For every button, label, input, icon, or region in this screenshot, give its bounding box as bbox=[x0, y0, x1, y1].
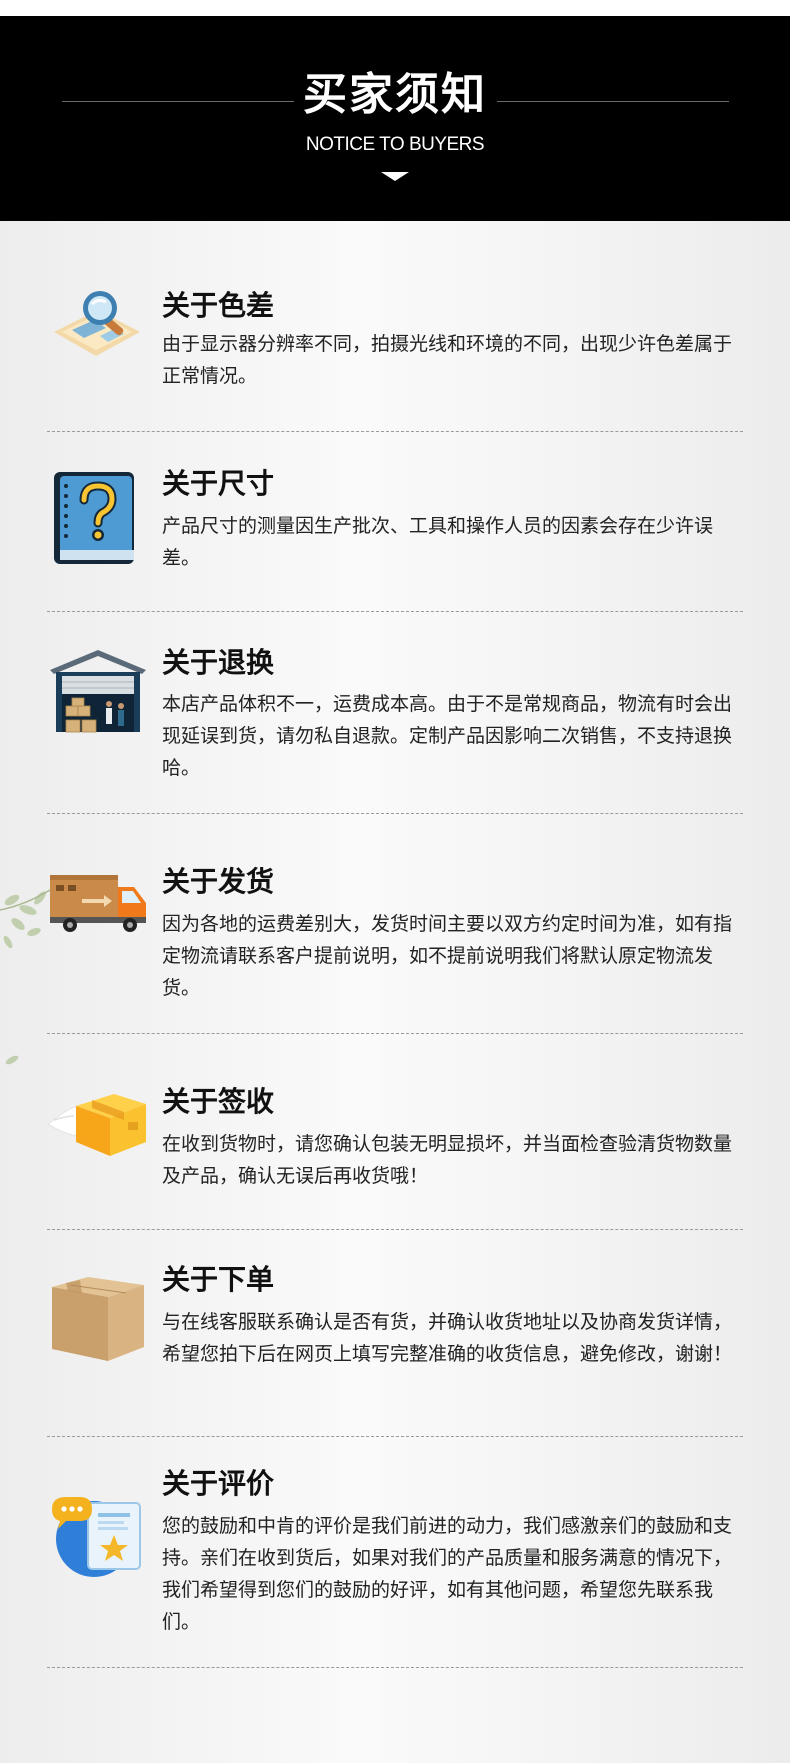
section-divider bbox=[47, 431, 743, 432]
notice-header: 买家须知 NOTICE TO BUYERS bbox=[0, 16, 790, 221]
section-divider bbox=[47, 611, 743, 612]
section-text: 本店产品体积不一，运费成本高。由于不是常规商品，物流有时会出现延误到货，请勿私自… bbox=[162, 693, 733, 779]
review-chat-icon bbox=[52, 1497, 141, 1577]
delivery-truck-icon bbox=[50, 875, 146, 932]
section-text: 由于显示器分辨率不同，拍摄光线和环境的不同，出现少许色差属于正常情况。 bbox=[162, 333, 733, 387]
page-title: 买家须知 bbox=[303, 69, 487, 120]
section-divider bbox=[47, 813, 743, 814]
section-divider bbox=[47, 1667, 743, 1668]
section-text: 因为各地的运费差别大，发货时间主要以双方约定时间为准，如有指定物流请联系客户提前… bbox=[162, 913, 733, 999]
section-text: 与在线客服联系确认是否有货，并确认收货地址以及协商发货详情，希望您拍下后在网页上… bbox=[162, 1311, 733, 1365]
cardboard-box-icon bbox=[52, 1277, 144, 1361]
section-text: 在收到货物时，请您确认包装无明显损坏，并当面检查验清货物数量及产品，确认无误后再… bbox=[162, 1133, 733, 1187]
section-title: 关于评价 bbox=[162, 1467, 275, 1500]
warehouse-icon bbox=[50, 650, 146, 733]
section-text: 您的鼓励和中肯的评价是我们前进的动力，我们感激亲们的鼓励和支持。亲们在收到货后，… bbox=[162, 1515, 733, 1633]
section-title: 关于下单 bbox=[162, 1263, 275, 1296]
section-text: 产品尺寸的测量因生产批次、工具和操作人员的因素会存在少许误差。 bbox=[162, 515, 714, 569]
section-divider bbox=[47, 1436, 743, 1437]
top-white-strip bbox=[0, 0, 790, 16]
magnifier-map-icon bbox=[54, 291, 140, 356]
section-title: 关于退换 bbox=[162, 646, 275, 679]
section-title: 关于签收 bbox=[162, 1085, 275, 1118]
section-divider bbox=[47, 1229, 743, 1230]
flying-package-icon bbox=[48, 1094, 146, 1156]
section-title: 关于色差 bbox=[162, 289, 275, 322]
page-subtitle: NOTICE TO BUYERS bbox=[305, 134, 485, 155]
section-title: 关于发货 bbox=[162, 865, 275, 898]
section-title: 关于尺寸 bbox=[162, 467, 275, 500]
down-arrow-icon bbox=[381, 172, 409, 181]
question-book-icon bbox=[54, 472, 134, 564]
section-divider bbox=[47, 1033, 743, 1034]
